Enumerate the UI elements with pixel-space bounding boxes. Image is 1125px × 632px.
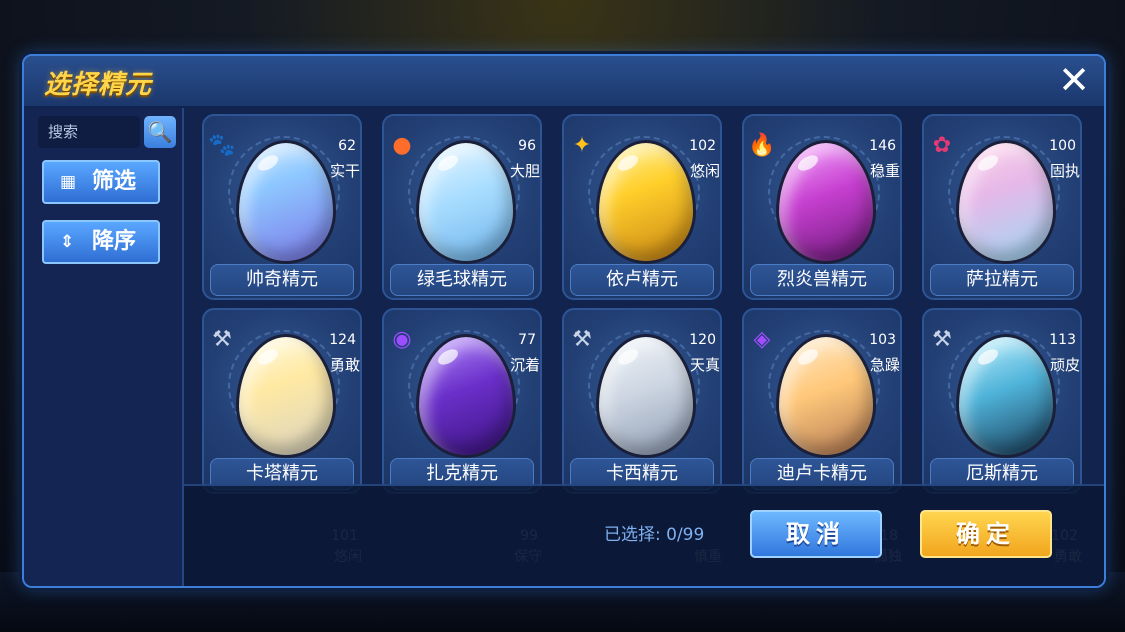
grid-icon: ▦ [60,172,77,192]
search-icon: 🔍 [147,120,173,144]
element-type-icon: ● [392,133,412,158]
essence-nature: 天真 [689,356,720,374]
element-type-icon: ⚒ [932,327,952,352]
essence-nature: 实干 [329,162,360,180]
close-icon[interactable]: ✕ [1056,61,1092,99]
essence-level: 100 [1049,138,1076,154]
search-box: 搜索 🔍 [38,116,178,148]
element-type-icon: 🔥 [748,133,776,158]
action-bar: 已选择: 0/99 取消 确定 [184,484,1104,586]
cancel-button[interactable]: 取消 [750,510,882,558]
essence-card[interactable]: ✦ 102 悠闲依卢精元 [562,114,722,300]
essence-nature: 沉着 [509,356,540,374]
filter-label: 筛选 [92,169,137,194]
essence-nature: 顽皮 [1049,356,1080,374]
search-button[interactable]: 🔍 [144,116,176,148]
select-essence-dialog: 选择精元 ✕ 搜索 🔍 ▦ 筛选 ⇕ 降序 🐾 62 实干帅奇精元 ● 96 大胆绿毛球精… [22,54,1106,588]
essence-name: 烈炎兽精元 [750,264,894,296]
essence-level: 113 [1049,332,1076,348]
sort-button[interactable]: ⇕ 降序 [42,220,160,264]
essence-card[interactable]: ● 96 大胆绿毛球精元 [382,114,542,300]
dialog-header: 选择精元 ✕ [24,56,1104,108]
selected-count: 已选择: 0/99 [604,525,705,545]
essence-name: 依卢精元 [570,264,714,296]
sort-label: 降序 [92,229,137,254]
essence-level: 102 [689,138,716,154]
element-type-icon: ◈ [753,327,771,352]
element-type-icon: ◉ [392,327,412,352]
element-type-icon: ⚒ [572,327,592,352]
essence-card[interactable]: ◉ 77 沉着 扎克精元 [382,308,542,494]
essence-level: 77 [518,332,536,348]
essence-level: 146 [869,138,896,154]
element-type-icon: ✦ [572,133,592,158]
essence-level: 124 [329,332,356,348]
essence-card[interactable]: ✿ 100 固执萨拉精元 [922,114,1082,300]
filter-button[interactable]: ▦ 筛选 [42,160,160,204]
essence-name: 帅奇精元 [210,264,354,296]
essence-nature: 稳重 [869,162,900,180]
essence-card[interactable]: ⚒ 120 天真 卡西精元 [562,308,722,494]
essence-card[interactable]: ⚒ 124 勇敢 卡塔精元 [202,308,362,494]
essence-nature: 固执 [1049,162,1080,180]
sidebar: 搜索 🔍 ▦ 筛选 ⇕ 降序 [24,108,184,586]
essence-level: 120 [689,332,716,348]
essence-card[interactable]: ◈ 103 急躁 迪卢卡精元 [742,308,902,494]
essence-nature: 急躁 [869,356,900,374]
search-input[interactable]: 搜索 [38,116,140,148]
essence-card[interactable]: ⚒ 113 顽皮 厄斯精元 [922,308,1082,494]
essence-card[interactable]: 🔥 146 稳重烈炎兽精元 [742,114,902,300]
essence-nature: 悠闲 [689,162,720,180]
dialog-title: 选择精元 [44,70,153,100]
essence-card[interactable]: 🐾 62 实干帅奇精元 [202,114,362,300]
element-type-icon: 🐾 [208,133,236,158]
essence-level: 62 [338,138,356,154]
essence-level: 103 [869,332,896,348]
element-type-icon: ✿ [932,133,952,158]
element-type-icon: ⚒ [212,327,232,352]
essence-nature: 勇敢 [329,356,360,374]
essence-name: 萨拉精元 [930,264,1074,296]
essence-name: 绿毛球精元 [390,264,534,296]
essence-nature: 大胆 [509,162,540,180]
confirm-button[interactable]: 确定 [920,510,1052,558]
sort-icon: ⇕ [60,232,75,252]
essence-level: 96 [518,138,536,154]
